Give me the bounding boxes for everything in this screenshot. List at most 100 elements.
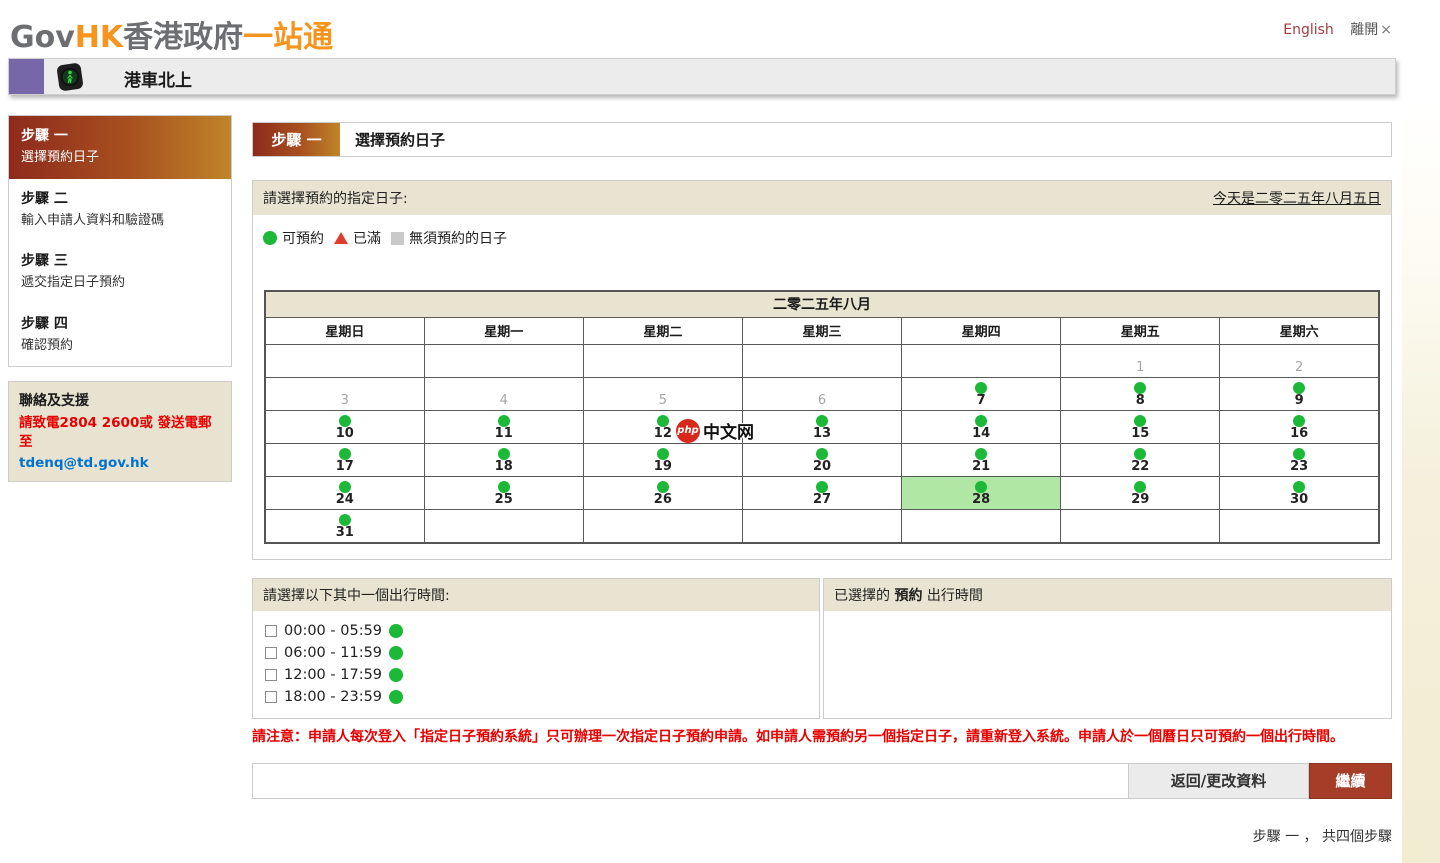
calendar-day-empty [741, 509, 903, 543]
weekday-header: 星期二 [582, 317, 743, 345]
day-number: 21 [972, 459, 991, 475]
legend-item: 已滿 [334, 228, 381, 248]
time-option-label: 06:00 - 11:59 [284, 644, 383, 661]
right-background-strip [1402, 100, 1440, 863]
calendar-day-20[interactable]: 20 [741, 443, 903, 477]
time-option-checkbox[interactable] [265, 624, 277, 637]
button-bar-spacer [252, 762, 1129, 799]
weekday-header: 星期一 [423, 317, 584, 345]
day-number: 13 [812, 426, 832, 442]
today-date-link[interactable]: 今天是二零二五年八月五日 [1213, 188, 1381, 208]
calendar-day-26[interactable]: 26 [582, 476, 743, 510]
contact-support-box: 聯絡及支援 請致電2804 2600或 發送電郵至 tdenq@td.gov.h… [8, 381, 232, 482]
selected-booking-body [824, 611, 1391, 711]
day-number: 2 [1295, 360, 1304, 376]
calendar-day-4: 4 [423, 377, 584, 411]
calendar-day-empty [1060, 509, 1221, 543]
calendar-day-29[interactable]: 29 [1060, 476, 1221, 510]
english-language-link[interactable]: English [1283, 22, 1334, 38]
calendar-day-9[interactable]: 9 [1219, 377, 1380, 411]
calendar-day-30[interactable]: 30 [1219, 476, 1380, 510]
logo-cn-gray: 香港政府 [123, 20, 244, 55]
legend-item: 無須預約的日子 [391, 228, 507, 248]
calendar-day-25[interactable]: 25 [423, 476, 584, 510]
calendar-day-11[interactable]: 11 [423, 410, 584, 444]
time-panel-title: 請選擇以下其中一個出行時間: [253, 578, 819, 611]
day-number: 30 [1290, 492, 1309, 508]
day-number: 26 [653, 492, 672, 508]
back-change-button[interactable]: 返回/更改資料 [1129, 762, 1309, 799]
calendar-day-13[interactable]: 13 [741, 410, 903, 444]
calendar-day-16[interactable]: 16 [1219, 410, 1380, 444]
step-number: 步驟 三 [21, 253, 68, 270]
time-option-label: 00:00 - 05:59 [284, 622, 383, 639]
red-triangle-icon [334, 232, 348, 244]
step-badge: 步驟 一 [253, 123, 340, 156]
calendar-day-14[interactable]: 14 [901, 410, 1062, 444]
calendar-day-15[interactable]: 15 [1060, 410, 1221, 444]
green-circle-icon [263, 231, 277, 245]
legend-item: 可預約 [263, 228, 324, 248]
calendar-day-23[interactable]: 23 [1219, 443, 1380, 477]
day-number: 9 [1294, 393, 1304, 409]
calendar-day-empty [1219, 509, 1380, 543]
service-banner: 港車北上 [8, 58, 1396, 95]
calendar-day-22[interactable]: 22 [1060, 443, 1221, 477]
calendar-day-empty [423, 344, 584, 378]
calendar-day-empty [264, 344, 425, 378]
step-number: 步驟 四 [21, 315, 68, 332]
day-number: 17 [335, 459, 354, 475]
day-number: 16 [1290, 426, 1309, 442]
exit-link[interactable]: 離開 × [1350, 22, 1392, 38]
gray-square-icon [391, 231, 404, 245]
php-logo-icon: php [676, 418, 700, 443]
calendar-day-empty [582, 509, 743, 543]
day-number: 15 [1131, 426, 1150, 442]
time-option-checkbox[interactable] [265, 690, 277, 703]
calendar-day-1: 1 [1060, 344, 1221, 378]
calendar-day-empty [582, 344, 743, 378]
time-options-panel: 請選擇以下其中一個出行時間: 00:00 - 05:59 06:00 - 11:5… [252, 577, 820, 719]
day-number: 22 [1131, 459, 1150, 475]
calendar-day-21[interactable]: 21 [901, 443, 1062, 477]
calendar-day-empty [901, 344, 1062, 378]
weekday-header: 星期五 [1060, 317, 1221, 345]
calendar-day-18[interactable]: 18 [423, 443, 584, 477]
calendar-day-27[interactable]: 27 [741, 476, 903, 510]
sidebar-step-4: 步驟 四確認預約 [9, 304, 231, 367]
day-number: 3 [340, 393, 349, 409]
time-option-label: 12:00 - 17:59 [284, 666, 383, 683]
page: GovHK香港政府一站通 English 離開 × 港車北上 步驟 一選擇預約日子… [0, 0, 1440, 863]
calendar-day-17[interactable]: 17 [264, 443, 425, 477]
selected-booking-panel: 已選擇的 預約 出行時間 [823, 577, 1392, 719]
top-header: GovHK香港政府一站通 English 離開 × [0, 0, 1440, 57]
calendar-day-8[interactable]: 8 [1060, 377, 1221, 411]
step-header-bar: 步驟 一 選擇預約日子 [252, 122, 1392, 157]
step-number: 步驟 一 [21, 128, 68, 144]
selected-panel-title: 已選擇的 預約 出行時間 [824, 578, 1391, 611]
selected-title-post: 出行時間 [926, 587, 983, 604]
calendar-day-7[interactable]: 7 [901, 377, 1062, 411]
calendar-day-31[interactable]: 31 [264, 509, 425, 543]
calendar-day-19[interactable]: 19 [582, 443, 743, 477]
calendar-day-3: 3 [264, 377, 425, 411]
time-option-1: 00:00 - 05:59 [265, 620, 807, 642]
day-number: 23 [1290, 459, 1309, 475]
button-bar: 返回/更改資料 繼續 [252, 762, 1392, 799]
sidebar-step-1: 步驟 一選擇預約日子 [9, 116, 231, 179]
step-label: 確認預約 [21, 337, 74, 353]
time-option-checkbox[interactable] [265, 646, 277, 659]
time-option-2: 06:00 - 11:59 [265, 642, 807, 664]
logo-gov: Gov [10, 20, 75, 55]
calendar-day-28[interactable]: 28 [901, 476, 1062, 510]
calendar-day-10[interactable]: 10 [264, 410, 425, 444]
calendar-panel-header: 請選擇預約的指定日子: 今天是二零二五年八月五日 [253, 181, 1391, 215]
contact-phone-text: 請致電2804 2600或 發送電郵至 [19, 415, 212, 451]
sidebar-step-3: 步驟 三遞交指定日子預約 [9, 241, 231, 304]
time-option-checkbox[interactable] [265, 668, 277, 681]
day-number: 14 [972, 426, 991, 442]
calendar-day-24[interactable]: 24 [264, 476, 425, 510]
contact-email-link[interactable]: tdenq@td.gov.hk [19, 455, 149, 471]
continue-button[interactable]: 繼續 [1309, 762, 1392, 799]
day-number: 6 [817, 393, 827, 409]
